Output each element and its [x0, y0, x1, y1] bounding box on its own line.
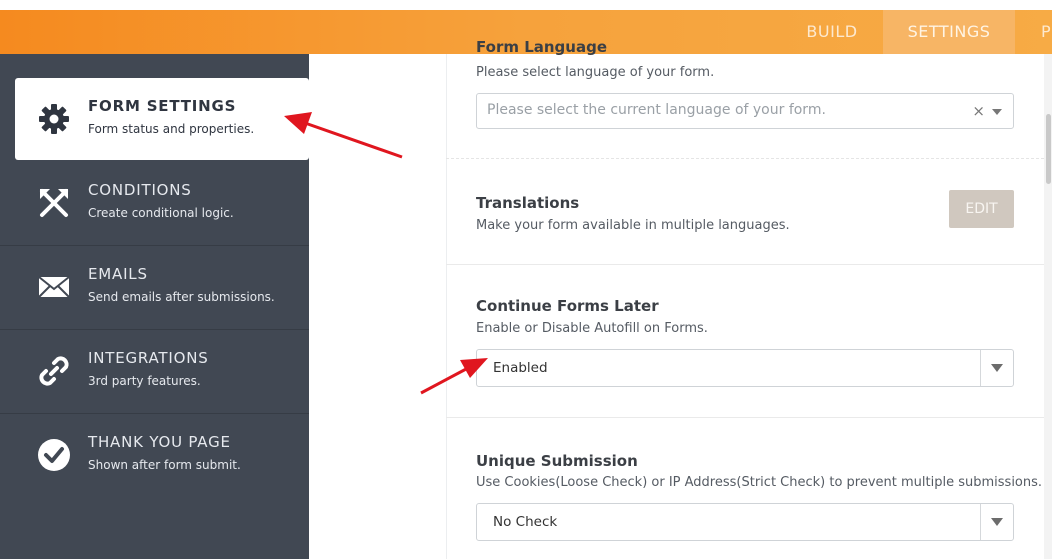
annotation-arrow-enabled	[420, 358, 488, 395]
annotation-arrows	[284, 112, 488, 395]
annotation-arrow-form-settings	[284, 112, 403, 159]
